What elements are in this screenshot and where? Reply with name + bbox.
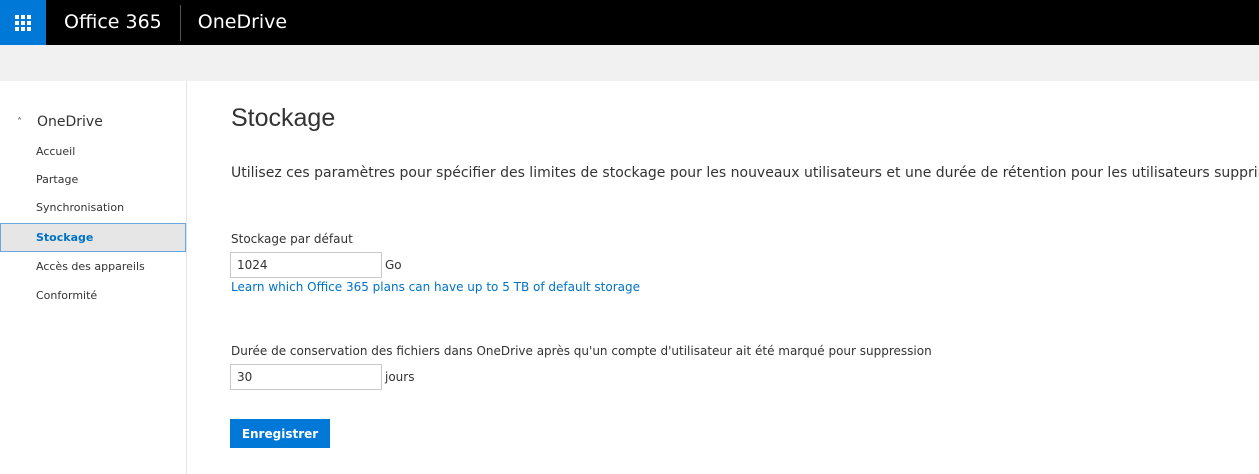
- app-launcher-icon: [15, 14, 31, 31]
- nav-section-label: OneDrive: [37, 114, 103, 130]
- app-launcher-button[interactable]: [0, 0, 46, 45]
- nav-section-onedrive[interactable]: ˄ OneDrive: [17, 114, 103, 130]
- app-name-link[interactable]: OneDrive: [181, 0, 287, 45]
- nav-item-conformite[interactable]: Conformité: [0, 281, 186, 310]
- brand-link[interactable]: Office 365: [46, 0, 180, 45]
- sub-header-strip: [0, 45, 1259, 81]
- retention-input[interactable]: [230, 364, 382, 390]
- storage-plans-link[interactable]: Learn which Office 365 plans can have up…: [231, 280, 640, 294]
- nav-item-acces-appareils[interactable]: Accès des appareils: [0, 252, 186, 281]
- nav-item-accueil[interactable]: Accueil: [0, 137, 186, 166]
- storage-label: Stockage par défaut: [231, 232, 353, 246]
- chevron-up-icon: ˄: [17, 116, 22, 128]
- nav-item-stockage[interactable]: Stockage: [0, 223, 186, 252]
- storage-input[interactable]: [230, 252, 382, 278]
- retention-label: Durée de conservation des fichiers dans …: [231, 344, 932, 358]
- retention-unit: jours: [385, 370, 415, 384]
- page-description: Utilisez ces paramètres pour spécifier d…: [231, 165, 1259, 181]
- top-bar: Office 365 OneDrive: [0, 0, 1259, 45]
- storage-unit: Go: [385, 258, 402, 272]
- save-button[interactable]: Enregistrer: [230, 419, 330, 448]
- nav-item-synchronisation[interactable]: Synchronisation: [0, 193, 186, 222]
- page-title: Stockage: [231, 104, 336, 132]
- left-navigation: ˄ OneDrive Accueil Partage Synchronisati…: [0, 81, 187, 474]
- nav-item-partage[interactable]: Partage: [0, 165, 186, 194]
